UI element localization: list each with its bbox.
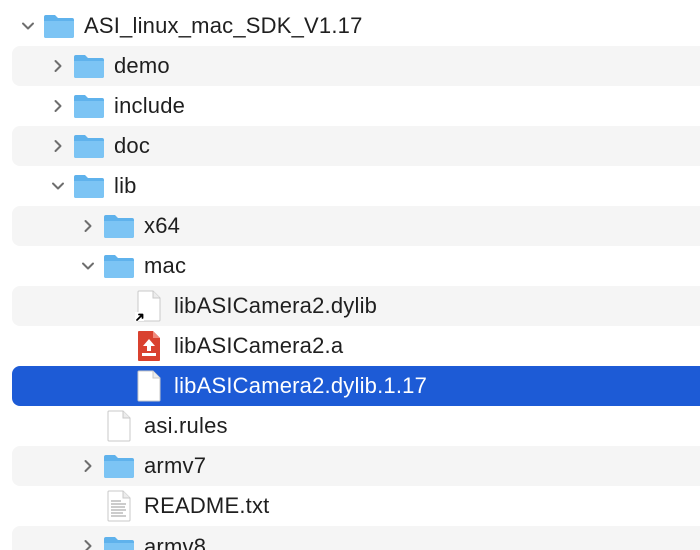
tree-row-doc[interactable]: doc [12,126,700,166]
text-document-icon [102,490,136,522]
document-icon [132,370,166,402]
tree-row-demo[interactable]: demo [12,46,700,86]
tree-item-label: include [114,93,186,118]
tree-item-label: ASI_linux_mac_SDK_V1.17 [84,13,363,38]
chevron-down-icon[interactable] [80,258,96,274]
chevron-right-icon[interactable] [50,98,66,114]
tree-item-label: libASICamera2.a [174,333,344,358]
folder-icon [72,91,106,121]
tree-row-lib[interactable]: lib [12,166,700,206]
chevron-right-icon[interactable] [80,458,96,474]
tree-item-label: libASICamera2.dylib [174,293,378,318]
chevron-right-icon[interactable] [80,218,96,234]
tree-row-libasicamera2-dylib-1-17[interactable]: libASICamera2.dylib.1.17 [12,366,700,406]
tree-row-mac[interactable]: mac [12,246,700,286]
tree-item-label: asi.rules [144,413,228,438]
tree-row-root[interactable]: ASI_linux_mac_SDK_V1.17 [0,6,700,46]
tree-item-label: doc [114,133,151,158]
tree-item-label: demo [114,53,170,78]
tree-row-armv7[interactable]: armv7 [12,446,700,486]
tree-item-label: lib [114,173,137,198]
chevron-right-icon[interactable] [80,538,96,550]
tree-row-include[interactable]: include [12,86,700,126]
folder-icon [102,251,136,281]
tree-row-libasicamera2-a[interactable]: libASICamera2.a [12,326,700,366]
tree-row-asi-rules[interactable]: asi.rules [12,406,700,446]
folder-icon [72,171,106,201]
tree-item-label: README.txt [144,493,270,518]
folder-icon [102,533,136,550]
tree-item-label: x64 [144,213,181,238]
tree-item-label: libASICamera2.dylib.1.17 [174,373,428,398]
folder-icon [102,211,136,241]
alias-document-icon [132,290,166,322]
document-icon [102,410,136,442]
tree-row-armv8[interactable]: armv8 [12,526,700,550]
tree-item-label: armv7 [144,453,207,478]
tree-item-label: mac [144,253,187,278]
archive-icon [132,331,166,361]
chevron-down-icon[interactable] [50,178,66,194]
folder-icon [72,131,106,161]
chevron-right-icon[interactable] [50,138,66,154]
tree-row-x64[interactable]: x64 [12,206,700,246]
folder-icon [102,451,136,481]
chevron-right-icon[interactable] [50,58,66,74]
folder-icon [72,51,106,81]
folder-icon [42,11,76,41]
file-tree: ASI_linux_mac_SDK_V1.17 demo include doc [0,0,700,550]
tree-row-readme-txt[interactable]: README.txt [12,486,700,526]
tree-item-label: armv8 [144,534,207,550]
chevron-down-icon[interactable] [20,18,36,34]
tree-row-libasicamera2-dylib[interactable]: libASICamera2.dylib [12,286,700,326]
